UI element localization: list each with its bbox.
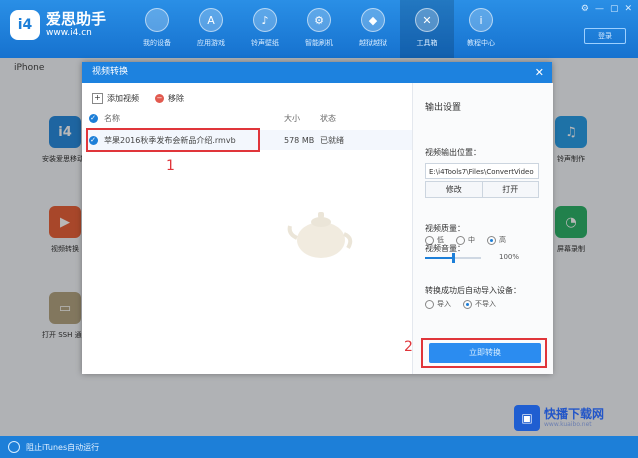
add-video-label: 添加视频 [107, 94, 139, 103]
close-icon[interactable]: ✕ [624, 4, 632, 14]
path-buttons: 修改 打开 [425, 181, 539, 198]
nav-toolbox[interactable]: ✕ 工具箱 [400, 0, 454, 58]
file-list-pane: + 添加视频 − 移除 ✓ 名称 大小 状态 ✓ 苹果2016秋季发布会新品介绍… [82, 83, 413, 374]
nav-ringtones-wallpapers[interactable]: ♪ 铃声壁纸 [238, 0, 292, 58]
add-video-button[interactable]: + 添加视频 [92, 93, 139, 104]
login-button[interactable]: 登录 [584, 28, 626, 44]
main-nav: 我的设备 A 应用游戏 ♪ 铃声壁纸 ⚙ 智能刷机 ◆ 越狱越狱 ✕ 工具箱 i 教程中心 [130, 0, 508, 58]
import-no-radio[interactable]: 不导入 [463, 299, 496, 309]
nav-label: 我的设备 [143, 39, 171, 47]
app-url: www.i4.cn [46, 28, 92, 38]
status-text[interactable]: 阻止iTunes自动运行 [26, 442, 99, 453]
app-title: 爱思助手 [46, 10, 107, 28]
appstore-icon: A [199, 8, 223, 32]
logo-badge: i4 [10, 10, 40, 40]
volume-slider[interactable] [425, 253, 481, 263]
minimize-icon[interactable]: — [595, 4, 604, 14]
modify-button[interactable]: 修改 [426, 182, 483, 197]
volume-slider-handle[interactable] [452, 253, 455, 263]
bell-icon: ♪ [253, 8, 277, 32]
open-button[interactable]: 打开 [483, 182, 539, 197]
dialog-titlebar: 视频转换 ✕ [82, 62, 552, 83]
nav-label: 越狱越狱 [359, 39, 387, 47]
column-name: 名称 [104, 113, 120, 123]
nav-flash[interactable]: ⚙ 智能刷机 [292, 0, 346, 58]
auto-import-label: 转换成功后自动导入设备： [425, 286, 521, 295]
box-icon: ◆ [361, 8, 385, 32]
output-location-label: 视频输出位置： [425, 148, 481, 157]
tools-icon: ✕ [415, 8, 439, 32]
remove-icon: − [155, 94, 164, 103]
output-path-field[interactable]: E:\i4Tools7\Files\ConvertVideo [425, 163, 539, 179]
info-icon: i [469, 8, 493, 32]
import-yes-radio[interactable]: 导入 [425, 299, 451, 309]
empty-state-teapot-icon [287, 212, 353, 258]
select-all-checkbox[interactable]: ✓ [88, 113, 98, 123]
volume-value: 100% [499, 253, 520, 261]
import-radio-group: 导入 不导入 [425, 299, 496, 309]
row-highlight-box [86, 128, 260, 152]
settings-title: 输出设置 [425, 103, 462, 113]
window-controls: ⚙ — ▢ ✕ [581, 4, 632, 14]
nav-tutorials[interactable]: i 教程中心 [454, 0, 508, 58]
apple-icon [145, 8, 169, 32]
output-settings-pane: 输出设置 视频输出位置： E:\i4Tools7\Files\ConvertVi… [412, 83, 553, 374]
quality-high-radio[interactable]: 高 [487, 235, 506, 245]
status-icon [8, 441, 20, 453]
top-bar: i4 爱思助手 www.i4.cn 我的设备 A 应用游戏 ♪ 铃声壁纸 ⚙ 智能刷机… [0, 0, 638, 58]
file-toolbar: + 添加视频 − 移除 [92, 93, 184, 104]
nav-label: 铃声壁纸 [251, 39, 279, 47]
column-size: 大小 [284, 113, 300, 123]
remove-label: 移除 [168, 94, 184, 103]
table-header: ✓ 名称 大小 状态 [82, 109, 412, 127]
flash-icon: ⚙ [307, 8, 331, 32]
site-watermark: ▣ 快播下载网 www.kuaibo.net [514, 403, 630, 433]
nav-apps-games[interactable]: A 应用游戏 [184, 0, 238, 58]
column-status: 状态 [320, 113, 336, 123]
video-convert-dialog: 视频转换 ✕ + 添加视频 − 移除 ✓ 名称 大小 状态 ✓ 苹果2016秋季… [82, 62, 553, 374]
nav-label: 应用游戏 [197, 39, 225, 47]
add-icon: + [92, 93, 103, 104]
nav-jailbreak[interactable]: ◆ 越狱越狱 [346, 0, 400, 58]
file-size: 578 MB [284, 135, 315, 145]
watermark-url: www.kuaibo.net [544, 421, 592, 428]
watermark-logo-icon: ▣ [514, 405, 540, 431]
close-icon[interactable]: ✕ [535, 62, 544, 83]
nav-label: 教程中心 [467, 39, 495, 47]
watermark-text: 快播下载网 [544, 407, 605, 421]
dialog-title: 视频转换 [92, 67, 129, 77]
volume-label: 视频音量： [425, 244, 465, 253]
nav-label: 智能刷机 [305, 39, 333, 47]
quality-label: 视频质量： [425, 224, 465, 233]
annotation-marker-1: 1 [166, 158, 175, 174]
volume-slider-fill [425, 257, 453, 259]
nav-my-device[interactable]: 我的设备 [130, 0, 184, 58]
settings-icon[interactable]: ⚙ [581, 4, 589, 14]
app-logo: i4 爱思助手 www.i4.cn [10, 10, 106, 40]
nav-label: 工具箱 [416, 39, 438, 47]
maximize-icon[interactable]: ▢ [610, 4, 619, 14]
convert-now-button[interactable]: 立即转换 [429, 343, 541, 363]
file-status: 已就绪 [320, 135, 344, 145]
status-bar: 阻止iTunes自动运行 [0, 436, 638, 458]
remove-button[interactable]: − 移除 [155, 93, 184, 104]
